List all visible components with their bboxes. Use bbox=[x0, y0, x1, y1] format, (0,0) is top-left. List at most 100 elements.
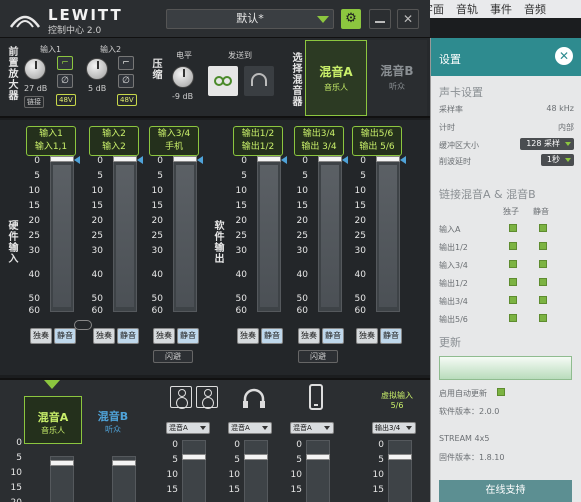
channel-label[interactable]: 输入1 输入1,1 bbox=[26, 126, 76, 156]
fader-pointer-icon bbox=[281, 156, 287, 164]
link-solo-checkbox[interactable] bbox=[509, 242, 517, 250]
mix-fader[interactable] bbox=[112, 460, 136, 466]
scale-tick: 30 bbox=[354, 246, 366, 256]
scale-tick: 30 bbox=[151, 246, 163, 256]
link-solo-checkbox[interactable] bbox=[509, 296, 517, 304]
scale-tick: 5 bbox=[97, 171, 103, 181]
buffer-dropdown[interactable]: 128 采样 bbox=[520, 138, 574, 150]
channel-label[interactable]: 输出1/2 输出1/2 bbox=[233, 126, 283, 156]
link-row-label: 输出1/2 bbox=[439, 243, 468, 252]
link-button[interactable]: 链接 bbox=[24, 96, 44, 108]
link-solo-checkbox[interactable] bbox=[509, 278, 517, 286]
dim-button[interactable]: 闪避 bbox=[298, 350, 338, 363]
channel-link-icon[interactable] bbox=[74, 320, 92, 330]
auto-update-checkbox[interactable] bbox=[497, 388, 505, 396]
output-source-dropdown[interactable]: 混音A bbox=[290, 422, 334, 434]
link-solo-checkbox[interactable] bbox=[509, 314, 517, 322]
channel-label[interactable]: 输出5/6 输出 5/6 bbox=[352, 126, 402, 156]
level-knob[interactable] bbox=[172, 66, 194, 88]
input2-phantom-button[interactable]: 48V bbox=[117, 94, 137, 106]
link-mute-checkbox[interactable] bbox=[539, 296, 547, 304]
settings-header: 设置 ✕ bbox=[431, 38, 581, 76]
solo-button[interactable]: 独奏 bbox=[298, 328, 320, 344]
bottom-mix-b[interactable]: 混音B 听众 bbox=[84, 396, 142, 444]
preamp-section: 前置放大器 输入1 27 dB 链接 ⌐ ∅ 48V 输入2 5 dB ⌐ ∅ … bbox=[0, 38, 430, 118]
input1-phantom-button[interactable]: 48V bbox=[56, 94, 76, 106]
input2-gain-knob[interactable] bbox=[86, 58, 108, 80]
tab-mix-a[interactable]: 混音A 音乐人 bbox=[305, 40, 367, 116]
input2-phase-button[interactable]: ∅ bbox=[118, 74, 134, 88]
tab-mix-b[interactable]: 混音B 听众 bbox=[367, 40, 427, 116]
solo-button[interactable]: 独奏 bbox=[356, 328, 378, 344]
phase-button[interactable]: ∅ bbox=[57, 74, 73, 88]
solo-button[interactable]: 独奏 bbox=[153, 328, 175, 344]
output-source-dropdown[interactable]: 混音A bbox=[228, 422, 272, 434]
link-solo-checkbox[interactable] bbox=[509, 260, 517, 268]
mix-fader[interactable] bbox=[50, 460, 74, 466]
mute-button[interactable]: 静音 bbox=[177, 328, 199, 344]
output-fader[interactable] bbox=[244, 454, 268, 460]
channel-fader[interactable] bbox=[113, 156, 137, 162]
fader-pointer-icon bbox=[342, 156, 348, 164]
minimize-button[interactable] bbox=[369, 9, 391, 29]
link-mute-checkbox[interactable] bbox=[539, 242, 547, 250]
lewitt-logo-icon bbox=[9, 15, 41, 28]
input1-gain-knob[interactable] bbox=[24, 58, 46, 80]
link-mute-checkbox[interactable] bbox=[539, 224, 547, 232]
mute-button[interactable]: 静音 bbox=[117, 328, 139, 344]
output-fader[interactable] bbox=[388, 454, 412, 460]
dim-button[interactable]: 闪避 bbox=[153, 350, 193, 363]
hpf-button[interactable]: ⌐ bbox=[57, 56, 73, 70]
preset-dropdown[interactable]: 默认* bbox=[166, 9, 334, 29]
fader-pointer-icon bbox=[197, 156, 203, 164]
mute-button[interactable]: 静音 bbox=[54, 328, 76, 344]
output-source-dropdown[interactable]: 输出3/4 bbox=[372, 422, 416, 434]
scale-tick: 30 bbox=[296, 246, 308, 256]
safety-dropdown[interactable]: 1秒 bbox=[540, 154, 574, 166]
safety-label: 削波延时 bbox=[439, 157, 471, 166]
channel-fader[interactable] bbox=[173, 156, 197, 162]
speaker-mode-button[interactable] bbox=[208, 66, 238, 96]
input2-hpf-button[interactable]: ⌐ bbox=[118, 56, 134, 70]
channel-fader[interactable] bbox=[257, 156, 281, 162]
output-scale: 0 5 10 15 bbox=[162, 440, 178, 500]
headphone-mode-button[interactable] bbox=[244, 66, 274, 96]
host-menu-item[interactable]: 事件 bbox=[490, 1, 512, 17]
host-menu-item[interactable]: 音轨 bbox=[456, 1, 478, 17]
mute-button[interactable]: 静音 bbox=[261, 328, 283, 344]
bottom-mix-a[interactable]: 混音A 音乐人 bbox=[24, 396, 82, 444]
link-mute-checkbox[interactable] bbox=[539, 260, 547, 268]
channel-label[interactable]: 输入3/4 手机 bbox=[149, 126, 199, 156]
link-mute-checkbox[interactable] bbox=[539, 314, 547, 322]
channel-label[interactable]: 输入2 输入2 bbox=[89, 126, 139, 156]
link-mute-checkbox[interactable] bbox=[539, 278, 547, 286]
output-fader[interactable] bbox=[306, 454, 330, 460]
virtual-input-title: 虚拟输入 5/6 bbox=[372, 390, 422, 410]
gear-icon: ⚙ bbox=[345, 11, 357, 26]
device-name: STREAM 4x5 bbox=[439, 434, 490, 443]
link-solo-checkbox[interactable] bbox=[509, 224, 517, 232]
solo-button[interactable]: 独奏 bbox=[30, 328, 52, 344]
channel-label-line2: 输出1/2 bbox=[241, 142, 275, 152]
input2-title: 输入2 bbox=[100, 45, 122, 54]
tab-mix-a-title: 混音A bbox=[319, 65, 353, 79]
mute-button[interactable]: 静音 bbox=[322, 328, 344, 344]
compressor-label: 压缩 bbox=[150, 58, 161, 80]
solo-mute-group: 独奏 静音 bbox=[153, 328, 199, 344]
channel-label[interactable]: 输出3/4 输出 3/4 bbox=[294, 126, 344, 156]
solo-button[interactable]: 独奏 bbox=[93, 328, 115, 344]
mute-button[interactable]: 静音 bbox=[380, 328, 402, 344]
scale-tick: 20 bbox=[151, 216, 163, 226]
settings-close-button[interactable]: ✕ bbox=[555, 47, 573, 65]
host-menu-item[interactable]: 音频 bbox=[524, 1, 546, 17]
online-support-button[interactable]: 在线支持 bbox=[439, 480, 572, 502]
channel-fader[interactable] bbox=[318, 156, 342, 162]
phone-icon bbox=[309, 384, 323, 410]
close-button[interactable]: ✕ bbox=[397, 9, 419, 29]
output-fader[interactable] bbox=[182, 454, 206, 460]
output-source-dropdown[interactable]: 混音A bbox=[166, 422, 210, 434]
settings-button[interactable]: ⚙ bbox=[341, 9, 361, 29]
channel-fader[interactable] bbox=[376, 156, 400, 162]
solo-button[interactable]: 独奏 bbox=[237, 328, 259, 344]
channel-fader[interactable] bbox=[50, 156, 74, 162]
